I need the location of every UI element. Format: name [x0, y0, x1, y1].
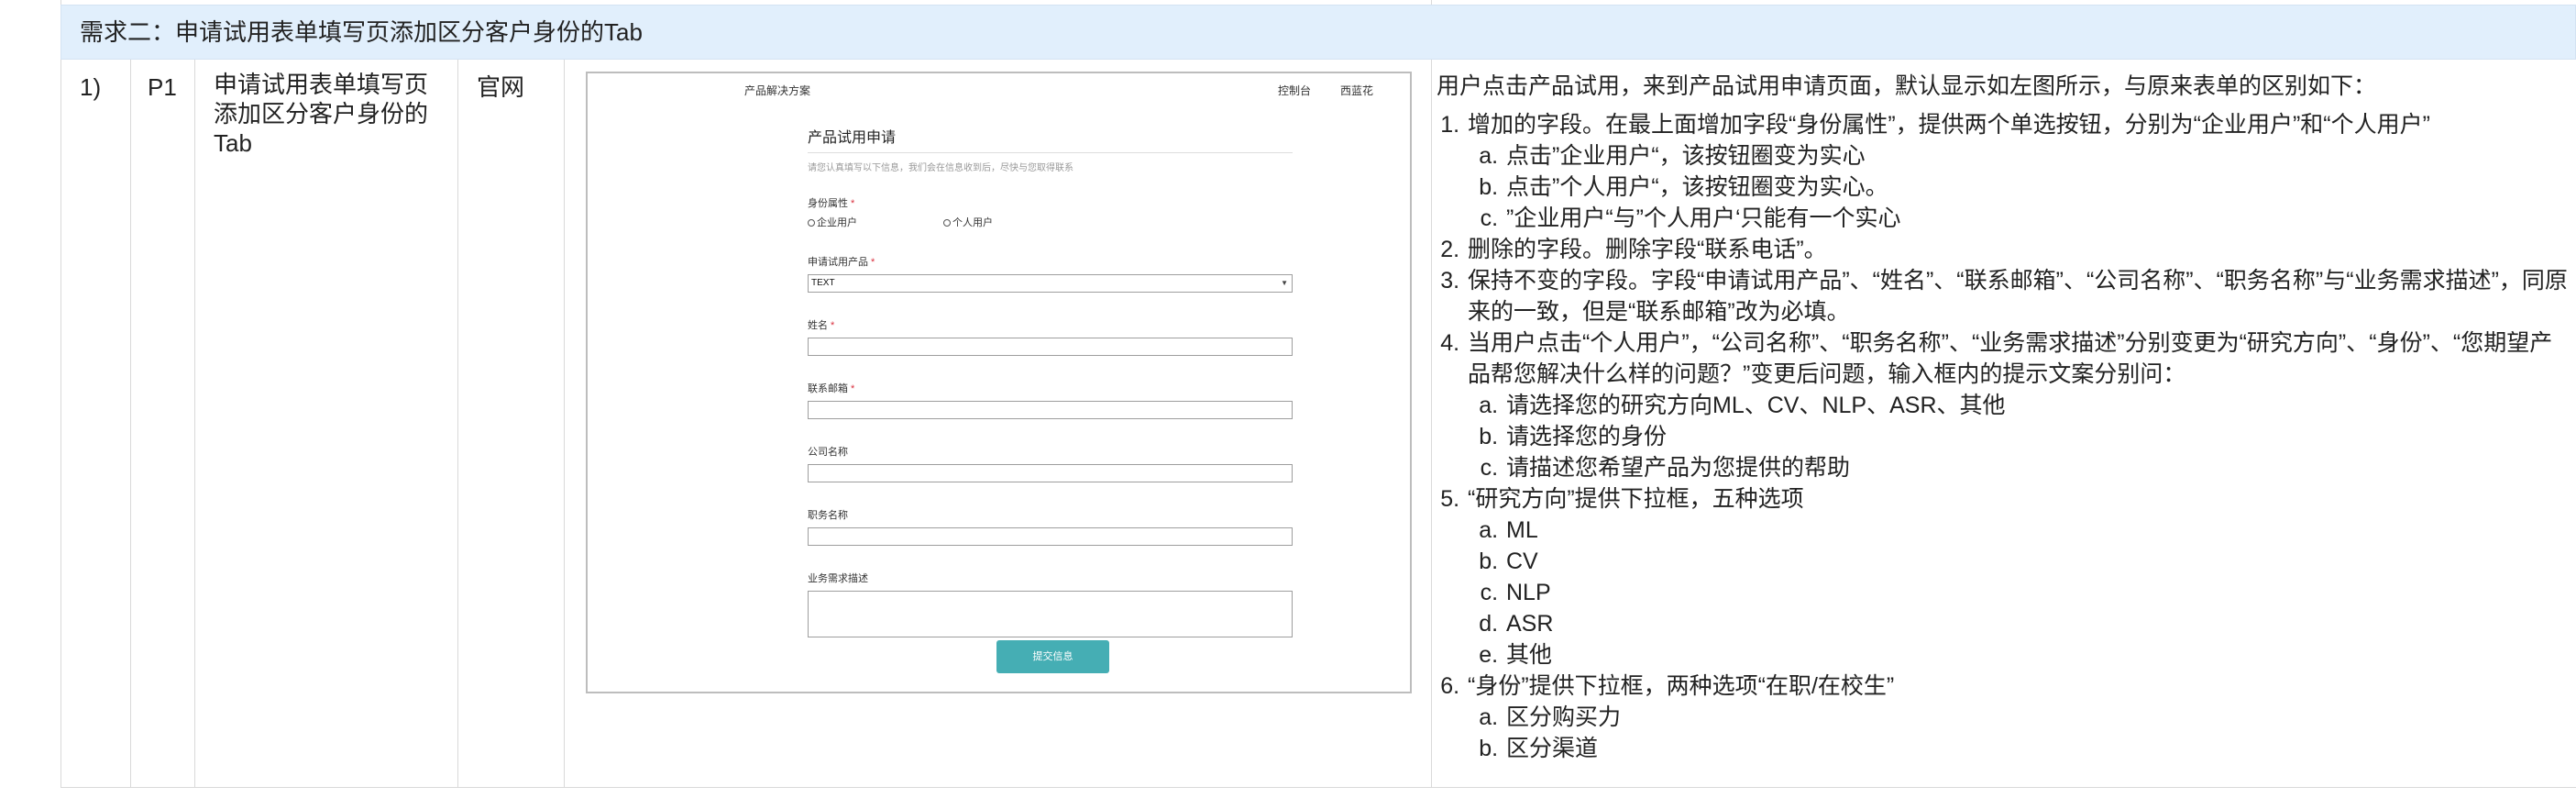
- position-input[interactable]: [808, 527, 1293, 546]
- needs-label: 业务需求描述: [808, 573, 868, 584]
- table-row: 1) P1 申请试用表单填写页添加区分客户身份的Tab 官网 产品解决方案 控制…: [61, 60, 2576, 788]
- list-item: “研究方向”提供下拉框，五种选项 ML CV NLP ASR 其他: [1466, 483, 2573, 671]
- sub-list-item: 区分渠道: [1504, 733, 2573, 764]
- list-item: “身份”提供下拉框，两种选项“在职/在校生” 区分购买力 区分渠道: [1466, 671, 2573, 764]
- list-item: 删除的字段。删除字段“联系电话”。: [1466, 234, 2573, 265]
- requirements-document: 需求二：申请试用表单填写页添加区分客户身份的Tab 1) P1 申请试用表单填写…: [0, 0, 2576, 798]
- sub-list-item: ASR: [1504, 608, 2573, 639]
- sub-list-item: 请描述您希望产品为您提供的帮助: [1504, 452, 2573, 483]
- needs-textarea[interactable]: [808, 591, 1293, 637]
- description-intro: 用户点击产品试用，来到产品试用申请页面，默认显示如左图所示，与原来表单的区别如下…: [1437, 73, 2377, 99]
- platform-cell: 官网: [458, 60, 565, 787]
- sub-list-item: 点击”个人用户“，该按钮圈变为实心。: [1504, 172, 2573, 203]
- list-item: 当用户点击“个人用户”，“公司名称”、“职务名称”、“业务需求描述”分别变更为“…: [1466, 327, 2573, 483]
- position-label: 职务名称: [808, 510, 848, 521]
- nav-user[interactable]: 西蓝花: [1340, 83, 1373, 98]
- sub-list-item: 请选择您的身份: [1504, 421, 2573, 452]
- trial-application-form: 产品试用申请 请您认真填写以下信息，我们会在信息收到后，尽快与您取得联系 身份属…: [808, 73, 1293, 693]
- chevron-down-icon: ▼: [1281, 279, 1288, 287]
- section-header: 需求二：申请试用表单填写页添加区分客户身份的Tab: [61, 5, 2576, 60]
- form-mockup-image: 产品解决方案 控制台 西蓝花 产品试用申请 请您认真填写以下信息，我们会在信息收…: [586, 72, 1412, 693]
- sub-list-item: 请选择您的研究方向ML、CV、NLP、ASR、其他: [1504, 390, 2573, 421]
- sub-list-item: 其他: [1504, 639, 2573, 671]
- priority-cell: P1: [131, 60, 195, 787]
- list-item: 增加的字段。在最上面增加字段“身份属性”，提供两个单选按钮，分别为“企业用户”和…: [1466, 109, 2573, 234]
- row-priority: P1: [148, 73, 177, 101]
- radio-circle-icon: [808, 219, 815, 227]
- company-input[interactable]: [808, 464, 1293, 482]
- email-label: 联系邮箱 *: [808, 383, 855, 394]
- radio-enterprise-user[interactable]: 企业用户: [808, 215, 857, 229]
- radio-circle-icon: [943, 219, 951, 227]
- name-input[interactable]: [808, 338, 1293, 356]
- form-subtitle: 请您认真填写以下信息，我们会在信息收到后，尽快与您取得联系: [808, 163, 1073, 173]
- row-index: 1): [80, 73, 102, 101]
- sub-list-item: 区分购买力: [1504, 702, 2573, 733]
- sub-list-item: CV: [1504, 546, 2573, 577]
- email-input[interactable]: [808, 401, 1293, 419]
- index-cell: 1): [61, 60, 131, 787]
- identity-label: 身份属性 *: [808, 198, 855, 209]
- row-feature: 申请试用表单填写页添加区分客户身份的Tab: [214, 71, 429, 157]
- company-label: 公司名称: [808, 447, 848, 458]
- form-title: 产品试用申请: [808, 130, 897, 146]
- feature-cell: 申请试用表单填写页添加区分客户身份的Tab: [195, 60, 458, 787]
- radio-personal-user[interactable]: 个人用户: [943, 215, 993, 229]
- sub-list-item: NLP: [1504, 577, 2573, 608]
- sub-list-item: ML: [1504, 515, 2573, 546]
- product-label: 申请试用产品 *: [808, 257, 875, 268]
- product-select[interactable]: TEXT ▼: [808, 274, 1293, 293]
- requirement-description: 用户点击产品试用，来到产品试用申请页面，默认显示如左图所示，与原来表单的区别如下…: [1437, 71, 2573, 764]
- nav-products-solutions[interactable]: 产品解决方案: [744, 83, 810, 98]
- form-divider: [808, 152, 1293, 153]
- name-label: 姓名 *: [808, 320, 835, 331]
- submit-button[interactable]: 提交信息: [996, 640, 1109, 673]
- sub-list-item: 点击”企业用户“，该按钮圈变为实心: [1504, 140, 2573, 172]
- list-item: 保持不变的字段。字段“申请试用产品”、“姓名”、“联系邮箱”、“公司名称”、“职…: [1466, 265, 2573, 327]
- change-list: 增加的字段。在最上面增加字段“身份属性”，提供两个单选按钮，分别为“企业用户”和…: [1437, 109, 2573, 764]
- sub-list-item: ”企业用户“与”个人用户‘只能有一个实心: [1504, 203, 2573, 234]
- row-platform: 官网: [477, 73, 525, 101]
